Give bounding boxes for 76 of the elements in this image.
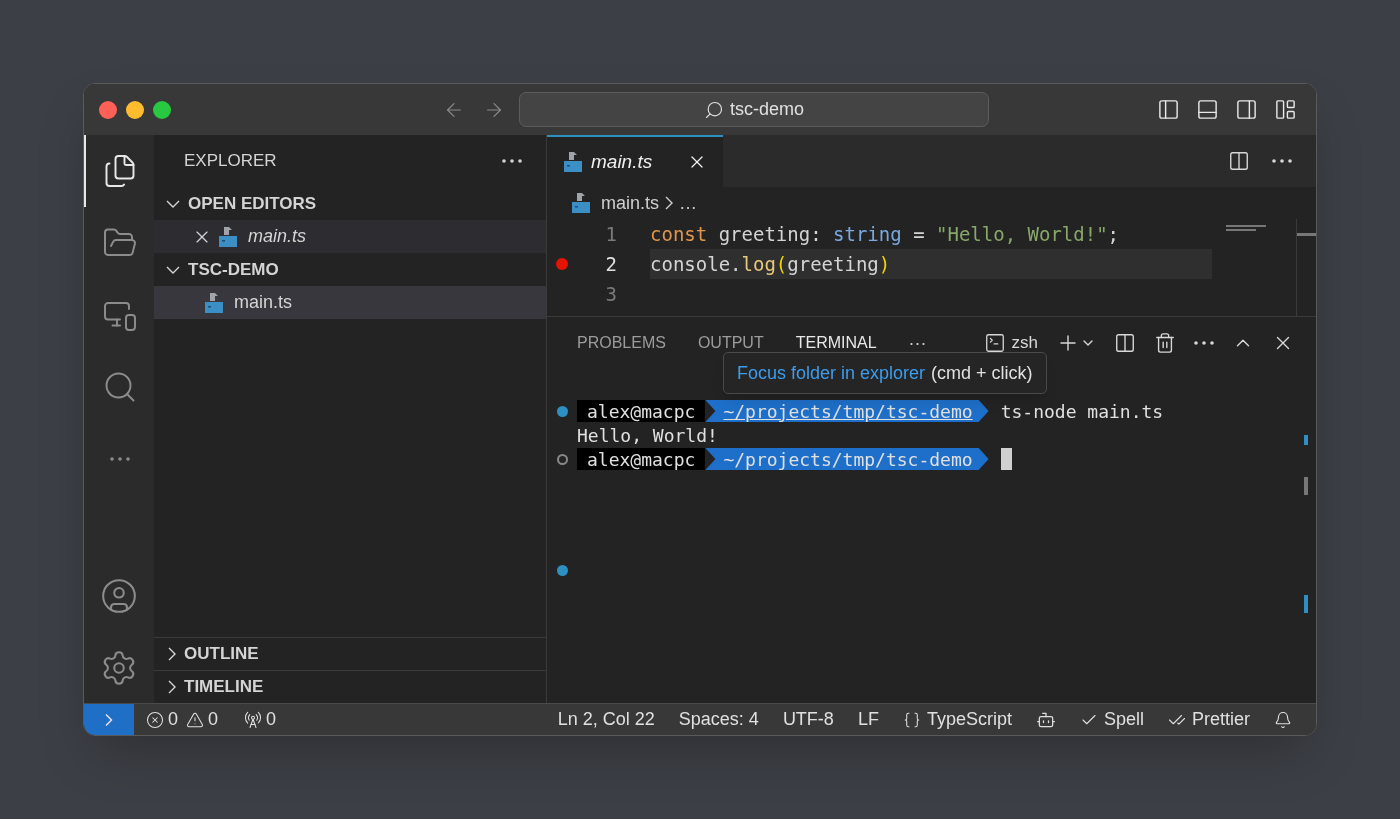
indentation[interactable]: Spaces: 4 [678, 706, 759, 733]
terminal-command: ts-node main.ts [1000, 399, 1164, 424]
chevron-right-icon [168, 680, 176, 694]
split-terminal-icon[interactable] [1114, 332, 1136, 354]
more-icon[interactable] [1194, 341, 1214, 345]
toggle-secondary-sidebar-icon[interactable] [1235, 98, 1258, 121]
editor-tab[interactable]: main.ts [547, 135, 723, 187]
antenna-icon [244, 710, 263, 729]
search-icon [704, 99, 724, 120]
more-icon[interactable] [1272, 159, 1292, 163]
prettier-status[interactable]: Prettier [1191, 706, 1250, 733]
scrollbar-thumb[interactable] [1297, 233, 1316, 236]
section-header[interactable]: OUTLINE [154, 637, 546, 670]
chevron-right-icon [665, 196, 674, 210]
error-count[interactable]: 0 [168, 706, 178, 733]
zoom-window-button[interactable] [153, 100, 171, 119]
chevron-down-icon [166, 265, 180, 274]
close-window-button[interactable] [99, 100, 117, 119]
line-number: 1 [604, 221, 617, 247]
cursor-position[interactable]: Ln 2, Col 22 [557, 706, 655, 733]
more-icon[interactable] [502, 159, 522, 163]
language-mode[interactable]: TypeScript [926, 706, 1012, 733]
split-editor-icon[interactable] [1228, 150, 1250, 172]
panel-tab[interactable]: TERMINAL [795, 331, 877, 355]
prompt-user: alex@macpc [577, 448, 706, 470]
file-name: main.ts [248, 225, 307, 248]
section-header[interactable]: OPEN EDITORS [154, 187, 546, 220]
more-icon [107, 457, 133, 461]
minimap [1226, 225, 1266, 231]
typescript-file-icon [571, 192, 591, 214]
line-number: 3 [604, 281, 617, 307]
encoding[interactable]: UTF-8 [782, 706, 834, 733]
terminal-icon [983, 332, 1006, 354]
window-title: tsc-demo [730, 98, 804, 121]
bell-icon[interactable] [1274, 710, 1292, 729]
typescript-file-icon [218, 225, 238, 248]
scroll-marker [1304, 435, 1308, 445]
sidebar-title: EXPLORER [184, 150, 277, 173]
trash-icon[interactable] [1154, 332, 1176, 354]
minimize-window-button[interactable] [126, 100, 144, 119]
typescript-file-icon [204, 291, 224, 314]
panel-tab[interactable]: OUTPUT [697, 331, 764, 355]
code-line: const greeting: string = "Hello, World!"; [650, 221, 1120, 247]
file-item[interactable]: main.ts [154, 286, 546, 319]
file-name: main.ts [234, 291, 293, 314]
prompt-user: alex@macpc [577, 400, 706, 422]
line-number: 2 [604, 251, 617, 277]
command-center[interactable]: tsc-demo [519, 92, 989, 127]
account-icon[interactable] [100, 577, 138, 615]
line-ending[interactable]: LF [857, 706, 879, 733]
warning-icon [186, 710, 204, 729]
terminal-output: Hello, World! [577, 423, 718, 448]
error-icon [146, 710, 164, 729]
toggle-panel-icon[interactable] [1196, 98, 1219, 121]
customize-layout-icon[interactable] [1274, 98, 1297, 121]
chevron-right-icon [168, 647, 176, 661]
tooltip-link[interactable]: Focus folder in explorer [737, 359, 926, 387]
terminal-name[interactable]: zsh [1011, 330, 1038, 356]
prompt-path[interactable]: ~/projects/tmp/tsc-demo [705, 448, 989, 470]
file-item[interactable]: main.ts [154, 220, 546, 253]
braces-icon [902, 710, 921, 729]
scroll-marker [1304, 595, 1308, 613]
typescript-file-icon [563, 151, 583, 173]
warning-count[interactable]: 0 [208, 706, 219, 733]
section-header[interactable]: TSC-DEMO [154, 253, 546, 286]
tooltip-hint: (cmd + click) [931, 361, 1033, 385]
panel-tab[interactable]: PROBLEMS [577, 331, 666, 355]
breadcrumb-item[interactable]: main.ts [601, 189, 660, 217]
scrollbar-thumb[interactable] [1304, 477, 1308, 495]
breadcrumb-item[interactable]: … [679, 189, 698, 217]
ports-count[interactable]: 0 [266, 706, 277, 733]
code-line: console.log(greeting) [650, 251, 891, 277]
prompt-path[interactable]: ~/projects/tmp/tsc-demo [705, 400, 989, 422]
toggle-sidebar-icon[interactable] [1157, 98, 1180, 121]
chevron-down-icon [166, 199, 180, 208]
spell-status[interactable]: Spell [1103, 706, 1144, 733]
